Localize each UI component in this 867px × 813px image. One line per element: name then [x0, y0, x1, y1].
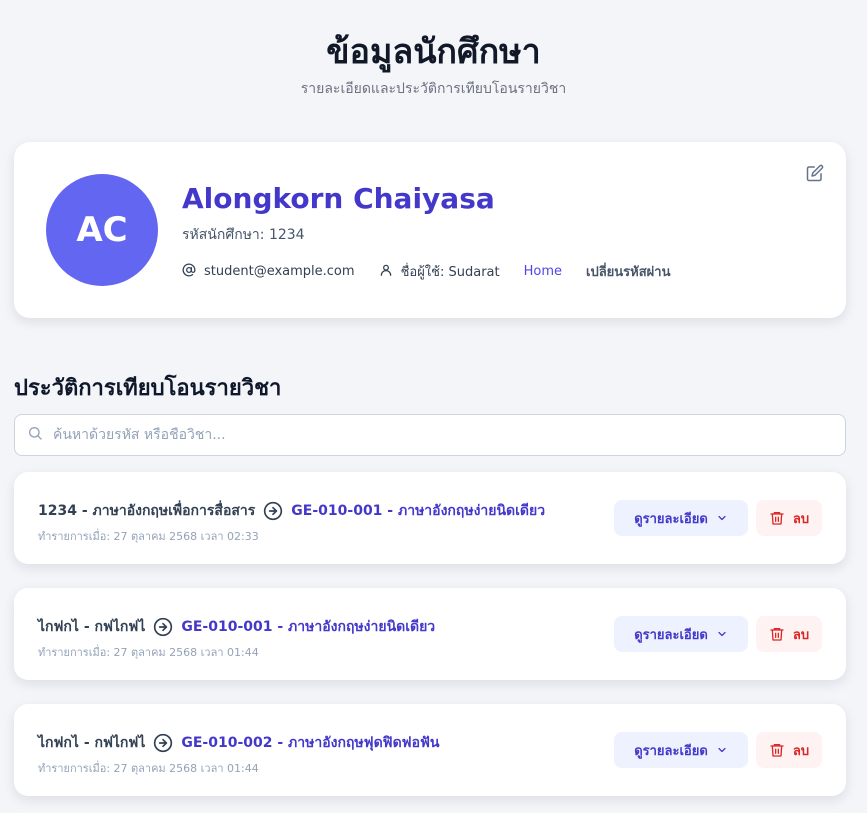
email-text: student@example.com: [204, 264, 355, 279]
record-from: ไกฟกไ - กฟไกฟไ: [38, 619, 146, 635]
avatar: AC: [46, 174, 158, 286]
record-from: ไกฟกไ - กฟไกฟไ: [38, 735, 146, 751]
user-icon: [379, 263, 401, 281]
chevron-down-icon: [718, 515, 726, 521]
student-id: รหัสนักศึกษา: 1234: [182, 227, 305, 243]
at-icon: [182, 263, 204, 281]
view-details-button[interactable]: ดูรายละเอียด: [614, 500, 748, 536]
chevron-down-icon: [718, 631, 726, 637]
view-details-button[interactable]: ดูรายละเอียด: [614, 616, 748, 652]
record-from: 1234 - ภาษาอังกฤษเพื่อการสื่อสาร: [38, 503, 256, 519]
profile-meta: student@example.com ชื่อผู้ใช้: Sudarat …: [182, 261, 670, 282]
chevron-down-icon: [718, 747, 726, 753]
view-details-label: ดูรายละเอียด: [634, 627, 708, 643]
view-details-button[interactable]: ดูรายละเอียด: [614, 732, 748, 768]
arrow-right-circle-icon: [263, 501, 283, 521]
avatar-initials: AC: [76, 210, 128, 250]
delete-label: ลบ: [792, 511, 810, 527]
profile-card: AC Alongkorn Chaiyasa รหัสนักศึกษา: 1234…: [14, 142, 846, 318]
trash-icon: [770, 744, 784, 757]
email-item: student@example.com: [182, 263, 355, 281]
record-time: ทำรายการเมื่อ: 27 ตุลาคม 2568 เวลา 02:33: [38, 530, 259, 543]
edit-icon[interactable]: [806, 164, 824, 182]
record-to: GE-010-001 - ภาษาอังกฤษง่ายนิดเดียว: [291, 503, 546, 519]
page-header: ข้อมูลนักศึกษา รายละเอียดและประวัติการเท…: [0, 0, 867, 100]
arrow-right-circle-icon: [153, 733, 173, 753]
page-title: ข้อมูลนักศึกษา: [326, 32, 541, 72]
delete-label: ลบ: [792, 627, 810, 643]
home-link[interactable]: Home: [524, 264, 562, 279]
search-input[interactable]: [53, 427, 845, 443]
history-record: 1234 - ภาษาอังกฤษเพื่อการสื่อสาร GE-010-…: [14, 472, 846, 564]
arrow-right-circle-icon: [153, 617, 173, 637]
record-to: GE-010-001 - ภาษาอังกฤษง่ายนิดเดียว: [181, 619, 436, 635]
delete-label: ลบ: [792, 743, 810, 759]
record-time: ทำรายการเมื่อ: 27 ตุลาคม 2568 เวลา 01:44: [38, 646, 259, 659]
username-item: ชื่อผู้ใช้: Sudarat: [379, 261, 500, 282]
view-details-label: ดูรายละเอียด: [634, 511, 708, 527]
record-time: ทำรายการเมื่อ: 27 ตุลาคม 2568 เวลา 01:44: [38, 762, 259, 775]
trash-icon: [770, 628, 784, 641]
record-line: ไกฟกไ - กฟไกฟไ GE-010-002 - ภาษาอังกฤษฟุ…: [38, 732, 439, 754]
search-box: [14, 414, 846, 456]
delete-button[interactable]: ลบ: [756, 500, 822, 536]
history-title: ประวัติการเทียบโอนรายวิชา: [14, 376, 282, 401]
record-line: ไกฟกไ - กฟไกฟไ GE-010-001 - ภาษาอังกฤษง่…: [38, 616, 435, 638]
view-details-label: ดูรายละเอียด: [634, 743, 708, 759]
page-subtitle: รายละเอียดและประวัติการเทียบโอนรายวิชา: [300, 81, 567, 97]
history-record: ไกฟกไ - กฟไกฟไ GE-010-002 - ภาษาอังกฤษฟุ…: [14, 704, 846, 796]
delete-button[interactable]: ลบ: [756, 616, 822, 652]
profile-name: Alongkorn Chaiyasa: [182, 182, 495, 215]
history-record: ไกฟกไ - กฟไกฟไ GE-010-001 - ภาษาอังกฤษง่…: [14, 588, 846, 680]
search-icon: [27, 425, 43, 445]
record-line: 1234 - ภาษาอังกฤษเพื่อการสื่อสาร GE-010-…: [38, 500, 545, 522]
delete-button[interactable]: ลบ: [756, 732, 822, 768]
record-to: GE-010-002 - ภาษาอังกฤษฟุดฟิดฟอฟัน: [181, 735, 440, 751]
change-password-link[interactable]: เปลี่ยนรหัสผ่าน: [586, 261, 670, 282]
username-text: ชื่อผู้ใช้: Sudarat: [400, 265, 500, 280]
trash-icon: [770, 511, 784, 525]
